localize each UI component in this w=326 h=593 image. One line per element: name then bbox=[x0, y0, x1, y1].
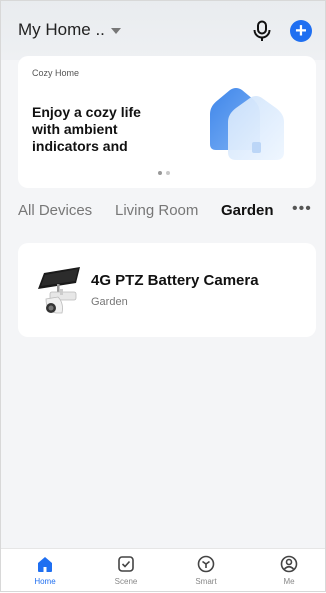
tab-home-label: Home bbox=[34, 577, 56, 586]
solar-ptz-camera-icon bbox=[38, 267, 80, 314]
profile-icon bbox=[280, 555, 298, 573]
tab-scene-label: Scene bbox=[114, 577, 138, 586]
microphone-icon[interactable] bbox=[252, 20, 272, 42]
room-tabs: All Devices Living Room Garden ••• bbox=[0, 200, 326, 226]
tab-me-label: Me bbox=[283, 577, 295, 586]
more-tabs-icon[interactable]: ••• bbox=[292, 200, 312, 218]
smart-cube-icon bbox=[197, 555, 215, 573]
tab-all-devices[interactable]: All Devices bbox=[18, 202, 92, 219]
device-room: Garden bbox=[91, 296, 128, 308]
pagination-dot-2 bbox=[166, 171, 170, 175]
tab-me[interactable]: Me bbox=[259, 555, 319, 586]
banner-pagination bbox=[158, 171, 170, 175]
tab-smart[interactable]: Smart bbox=[176, 555, 236, 586]
cozy-house-illustration-icon bbox=[210, 88, 284, 160]
add-device-button[interactable]: + bbox=[290, 20, 312, 42]
plus-icon: + bbox=[295, 20, 307, 42]
scene-checkbox-icon bbox=[118, 556, 134, 572]
top-header: My Home .. + bbox=[0, 0, 326, 60]
pagination-dot-1 bbox=[158, 171, 162, 175]
home-selector[interactable]: My Home .. bbox=[18, 20, 121, 40]
caret-down-icon bbox=[110, 28, 121, 34]
banner-kicker: Cozy Home bbox=[32, 68, 80, 78]
tab-scene[interactable]: Scene bbox=[96, 555, 156, 586]
tab-smart-label: Smart bbox=[195, 577, 217, 586]
home-name: My Home .. bbox=[18, 20, 105, 39]
device-card[interactable]: 4G PTZ Battery Camera Garden bbox=[18, 243, 316, 337]
tab-living-room[interactable]: Living Room bbox=[115, 202, 198, 219]
home-icon bbox=[38, 557, 52, 572]
bottom-tab-bar: Home Scene Smart Me bbox=[0, 548, 326, 593]
tab-garden[interactable]: Garden bbox=[221, 202, 274, 219]
device-name: 4G PTZ Battery Camera bbox=[91, 272, 259, 289]
banner-headline: Enjoy a cozy life with ambient indicator… bbox=[32, 104, 141, 154]
promo-banner[interactable]: Cozy Home Enjoy a cozy life with ambient… bbox=[18, 56, 316, 188]
tab-home[interactable]: Home bbox=[15, 555, 75, 586]
